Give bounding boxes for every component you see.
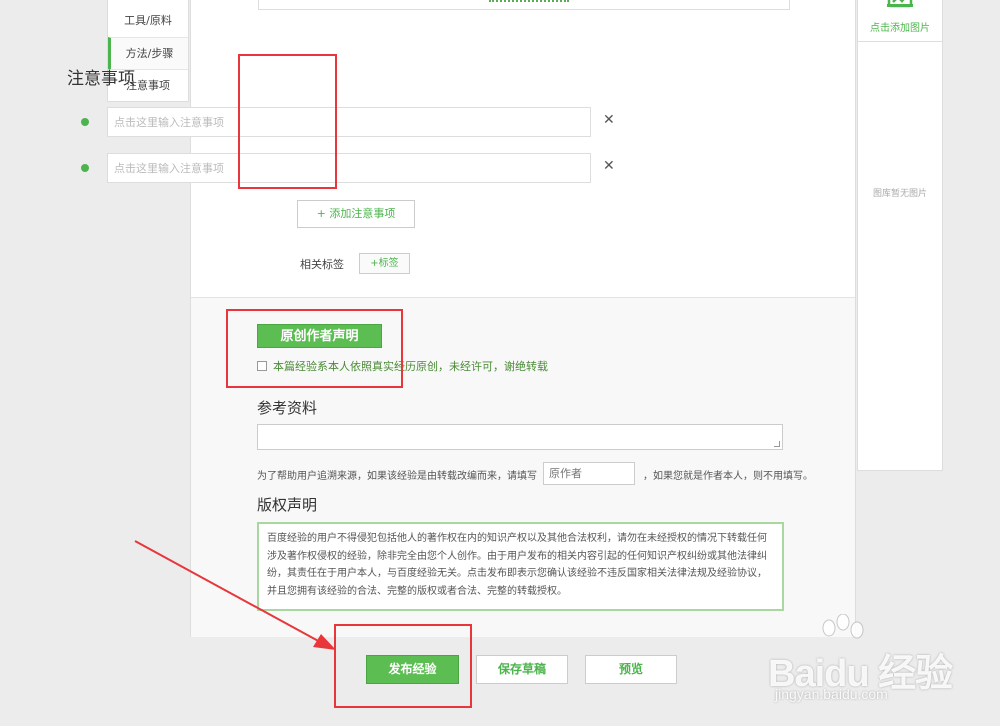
- baidu-watermark: Baidu 经验 jingyan.baidu.com: [755, 612, 1000, 726]
- watermark-url: jingyan.baidu.com: [775, 686, 888, 702]
